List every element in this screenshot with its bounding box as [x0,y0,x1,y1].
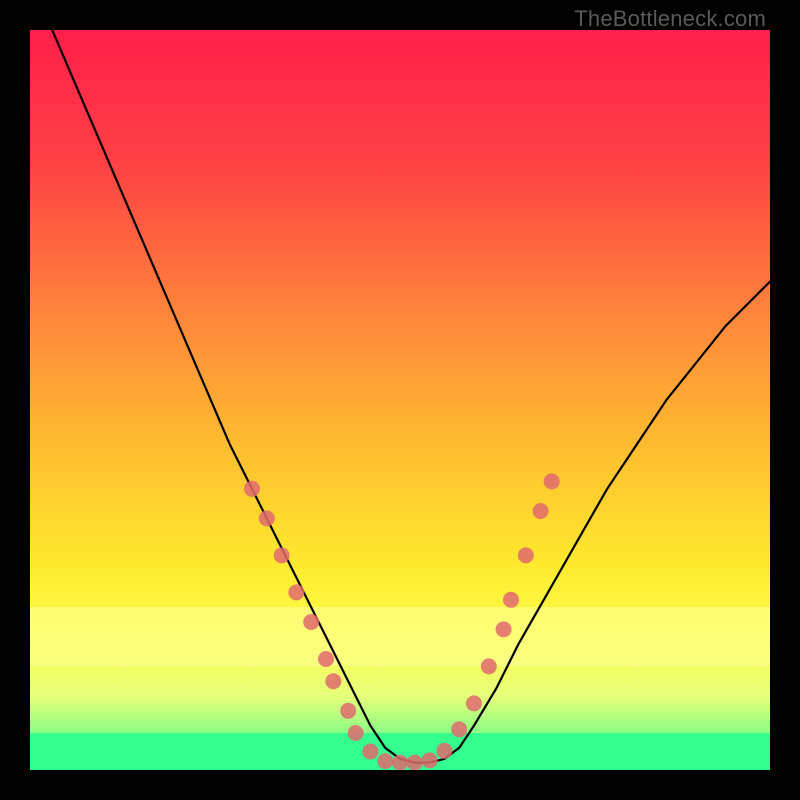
curve-marker [377,753,393,769]
curve-marker [303,614,319,630]
curve-marker [288,584,304,600]
curve-marker [436,743,452,759]
curve-marker [503,592,519,608]
curve-marker [518,547,534,563]
curve-marker [244,481,260,497]
curve-marker [481,658,497,674]
curve-marker [466,695,482,711]
curve-marker [318,651,334,667]
curve-marker [544,473,560,489]
watermark-label: TheBottleneck.com [574,6,766,32]
curve-marker [422,752,438,768]
curve-marker [348,725,364,741]
curve-marker [392,755,408,770]
curve-marker [362,744,378,760]
curve-marker [451,721,467,737]
plot-area [30,30,770,770]
curve-marker [340,703,356,719]
chart-frame: TheBottleneck.com [0,0,800,800]
curve-layer [30,30,770,770]
curve-marker [274,547,290,563]
bottleneck-curve [52,30,770,763]
curve-marker [533,503,549,519]
curve-marker [407,755,423,770]
curve-marker [325,673,341,689]
curve-marker [259,510,275,526]
curve-marker [496,621,512,637]
